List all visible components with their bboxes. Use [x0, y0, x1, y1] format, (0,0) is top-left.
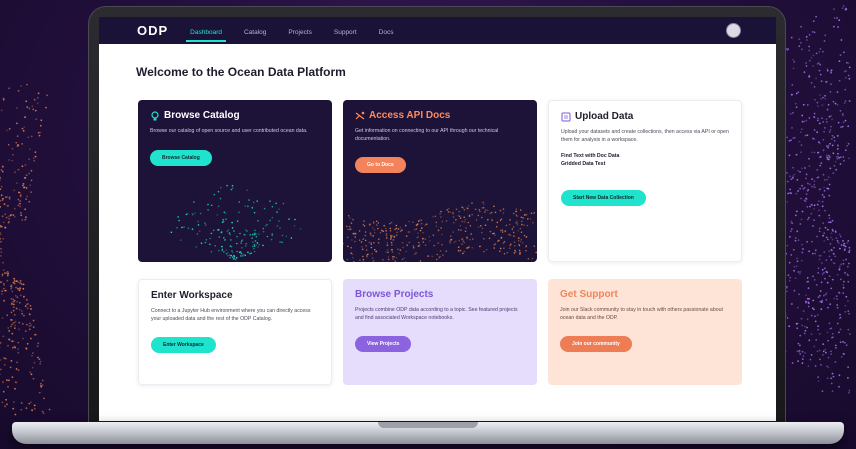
card-title: Browse Catalog [164, 110, 240, 121]
nav-docs[interactable]: Docs [379, 20, 394, 42]
card-access-api-docs: Access API Docs Get information on conne… [343, 100, 537, 262]
view-projects-button[interactable]: View Projects [355, 336, 412, 352]
top-navigation: ODP Dashboard Catalog Projects Support D… [99, 17, 776, 44]
card-description: Join our Slack community to stay in touc… [560, 307, 723, 321]
card-description: Get information on connecting to our API… [355, 128, 499, 142]
card-browse-catalog: Browse Catalog Browse our catalog of ope… [138, 100, 332, 262]
card-title: Upload Data [575, 111, 634, 122]
catalog-icon [151, 110, 159, 120]
card-description: Browse our catalog of open source and us… [150, 128, 308, 134]
catalog-art [170, 184, 302, 261]
odp-logo[interactable]: ODP [137, 23, 168, 38]
card-title: Browse Projects [355, 289, 434, 300]
card-description: Projects combine ODP data according to a… [355, 307, 518, 321]
card-description: Upload your datasets and create collecti… [561, 129, 729, 143]
card-title: Get Support [560, 289, 618, 300]
join-community-button[interactable]: Join our community [560, 336, 632, 352]
nav-projects[interactable]: Projects [288, 20, 311, 42]
recent-collection-link[interactable]: Gridded Data Test [561, 160, 729, 168]
card-description: Connect to a Jupyter Hub environment whe… [151, 308, 311, 322]
user-avatar[interactable] [726, 23, 741, 38]
laptop-notch [378, 422, 478, 428]
card-title: Enter Workspace [151, 290, 233, 301]
card-get-support: Get Support Join our Slack community to … [548, 279, 742, 385]
nav-catalog[interactable]: Catalog [244, 20, 266, 42]
browse-catalog-button[interactable]: Browse Catalog [150, 149, 212, 166]
go-to-docs-button[interactable]: Go to Docs [355, 157, 406, 173]
recent-collection-link[interactable]: Find Text with Doc Data [561, 152, 729, 160]
card-browse-projects: Browse Projects Projects combine ODP dat… [343, 279, 537, 385]
card-title: Access API Docs [369, 110, 451, 121]
api-art [343, 201, 537, 262]
upload-icon [561, 112, 571, 121]
card-enter-workspace: Enter Workspace Connect to a Jupyter Hub… [138, 279, 332, 385]
api-icon [355, 111, 365, 119]
card-upload-data: Upload Data Upload your datasets and cre… [548, 100, 742, 262]
enter-workspace-button[interactable]: Enter Workspace [151, 337, 216, 353]
app-screen: ODP Dashboard Catalog Projects Support D… [99, 17, 776, 421]
nav-dashboard[interactable]: Dashboard [186, 20, 226, 42]
nav-support[interactable]: Support [334, 20, 357, 42]
start-new-data-collection-button[interactable]: Start New Data Collection [561, 190, 646, 206]
page-title: Welcome to the Ocean Data Platform [136, 65, 346, 79]
